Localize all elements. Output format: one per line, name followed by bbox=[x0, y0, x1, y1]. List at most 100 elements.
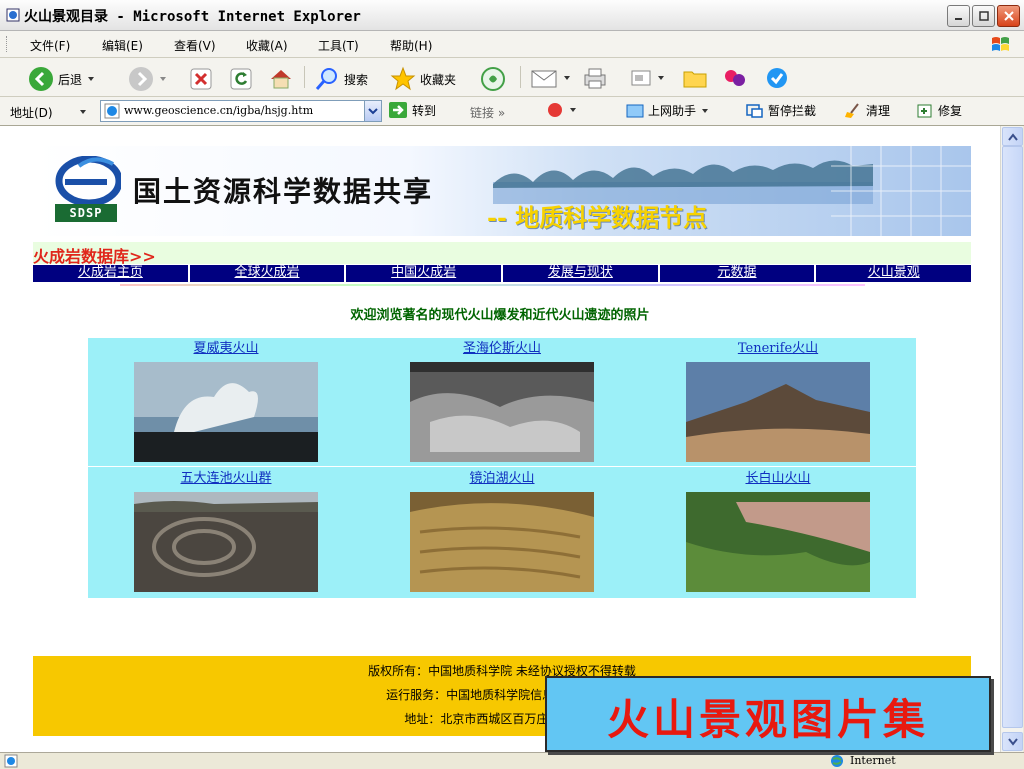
gallery-link-changbaishan[interactable]: 长白山火山 bbox=[640, 470, 916, 488]
back-button[interactable]: 后退 bbox=[28, 66, 96, 92]
chevron-up-icon bbox=[1007, 132, 1018, 141]
section-header: 火成岩数据库>> bbox=[33, 242, 971, 266]
chevron-down-icon bbox=[658, 76, 664, 80]
links-label[interactable]: 链接 » bbox=[470, 104, 505, 121]
menu-favorites[interactable]: 收藏(A) bbox=[246, 37, 288, 54]
gallery-link-wudalianchi[interactable]: 五大连池火山群 bbox=[88, 470, 364, 488]
messenger-button[interactable] bbox=[722, 66, 748, 90]
maximize-button[interactable] bbox=[972, 5, 995, 27]
gallery-link-hawaii[interactable]: 夏威夷火山 bbox=[88, 340, 364, 358]
nav-igneous-home[interactable]: 火成岩主页 bbox=[33, 265, 190, 282]
chevron-down-icon bbox=[80, 110, 86, 114]
links-text: 链接 bbox=[470, 106, 495, 120]
hawaii-volcano-photo[interactable] bbox=[134, 362, 318, 462]
media-button[interactable] bbox=[480, 66, 506, 92]
address-input[interactable]: www.geoscience.cn/igba/hsjg.htm bbox=[100, 100, 382, 122]
gallery-row-divider bbox=[88, 466, 916, 467]
gallery-link-jingpohu[interactable]: 镜泊湖火山 bbox=[364, 470, 640, 488]
discuss-button[interactable] bbox=[682, 66, 708, 90]
address-dropdown-button[interactable] bbox=[364, 101, 381, 121]
chevron-down-icon bbox=[368, 108, 378, 115]
wudalianchi-volcano-photo[interactable] bbox=[134, 492, 318, 592]
go-label: 转到 bbox=[412, 103, 437, 118]
ie-plugin-icon bbox=[548, 103, 562, 117]
gallery-item: Tenerife火山 bbox=[640, 340, 916, 462]
toolbar-separator bbox=[520, 66, 521, 88]
back-label: 后退 bbox=[58, 72, 83, 87]
globe-icon bbox=[831, 755, 843, 767]
gallery-item: 夏威夷火山 bbox=[88, 340, 364, 462]
tenerife-volcano-photo[interactable] bbox=[686, 362, 870, 462]
popup-block-icon bbox=[746, 103, 763, 118]
home-button[interactable] bbox=[268, 66, 294, 92]
search-button[interactable]: 搜索 bbox=[314, 66, 368, 92]
mail-button[interactable] bbox=[530, 66, 572, 90]
scroll-thumb[interactable] bbox=[1002, 146, 1023, 728]
print-button[interactable] bbox=[582, 66, 608, 90]
minimize-button[interactable] bbox=[947, 5, 970, 27]
nav-china-igneous[interactable]: 中国火成岩 bbox=[346, 265, 504, 282]
ie-page-icon bbox=[104, 103, 120, 119]
address-bar: 地址(D) www.geoscience.cn/igba/hsjg.htm 转到… bbox=[0, 97, 1024, 126]
site-nav: 火成岩主页 全球火成岩 中国火成岩 发展与现状 元数据 火山景观 bbox=[33, 265, 971, 282]
menu-tools[interactable]: 工具(T) bbox=[318, 37, 359, 54]
edit-button[interactable] bbox=[630, 68, 666, 88]
repair-icon bbox=[917, 104, 932, 117]
assistant-icon bbox=[626, 104, 644, 117]
close-button[interactable] bbox=[997, 5, 1020, 27]
search-icon bbox=[315, 68, 337, 90]
stop-icon bbox=[190, 68, 212, 90]
windows-flag-icon bbox=[980, 34, 1014, 54]
research-button[interactable] bbox=[764, 66, 790, 90]
menu-bar: 文件(F) 编辑(E) 查看(V) 收藏(A) 工具(T) 帮助(H) bbox=[0, 31, 1024, 58]
window-titlebar: 火山景观目录 - Microsoft Internet Explorer bbox=[0, 0, 1024, 31]
jingpohu-volcano-photo[interactable] bbox=[410, 492, 594, 592]
scroll-up-button[interactable] bbox=[1002, 127, 1023, 146]
clean-button[interactable]: 清理 bbox=[844, 102, 890, 119]
toolbar-extra-button[interactable] bbox=[546, 102, 578, 118]
forward-arrow-icon bbox=[129, 67, 153, 91]
gallery-link-st-helens[interactable]: 圣海伦斯火山 bbox=[364, 340, 640, 358]
nav-volcano-landscape[interactable]: 火山景观 bbox=[816, 265, 971, 282]
block-popup-button[interactable]: 暂停拦截 bbox=[746, 102, 816, 119]
stop-button[interactable] bbox=[190, 68, 212, 90]
standard-toolbar: 后退 搜索 收藏夹 bbox=[0, 58, 1024, 97]
nav-global-igneous[interactable]: 全球火成岩 bbox=[190, 265, 347, 282]
vertical-scrollbar[interactable] bbox=[1000, 126, 1023, 752]
media-icon bbox=[481, 67, 505, 91]
go-button[interactable]: 转到 bbox=[388, 101, 436, 119]
changbaishan-volcano-photo[interactable] bbox=[686, 492, 870, 592]
site-title: 国土资源科学数据共享 bbox=[133, 175, 434, 208]
gallery-link-tenerife[interactable]: Tenerife火山 bbox=[640, 340, 916, 358]
slide-title: 火山景观图片集 bbox=[606, 695, 929, 744]
toolbar-separator bbox=[304, 66, 305, 88]
nav-metadata[interactable]: 元数据 bbox=[660, 265, 817, 282]
repair-button[interactable]: 修复 bbox=[916, 102, 962, 119]
assistant-label: 上网助手 bbox=[648, 104, 697, 118]
favorites-button[interactable]: 收藏夹 bbox=[390, 66, 456, 92]
chevron-down-icon bbox=[570, 108, 576, 112]
welcome-text: 欢迎浏览著名的现代火山爆发和近代火山遗迹的照片 bbox=[350, 308, 650, 323]
page-viewport: SDSP 国土资源科学数据共享 -- 地质科学数据节点 火成岩数据库>> 火成岩… bbox=[0, 126, 1000, 752]
slide-title-box: 火山景观图片集 bbox=[545, 676, 991, 752]
nav-development[interactable]: 发展与现状 bbox=[503, 265, 660, 282]
gallery-item: 镜泊湖火山 bbox=[364, 470, 640, 592]
menu-file[interactable]: 文件(F) bbox=[30, 37, 70, 54]
menu-view[interactable]: 查看(V) bbox=[174, 37, 216, 54]
edit-page-icon bbox=[631, 70, 651, 86]
st-helens-volcano-photo[interactable] bbox=[410, 362, 594, 462]
repair-label: 修复 bbox=[938, 104, 963, 118]
chevron-down-icon bbox=[1007, 737, 1018, 746]
forward-button[interactable] bbox=[128, 66, 168, 92]
assistant-button[interactable]: 上网助手 bbox=[626, 102, 710, 119]
section-title: 火成岩数据库>> bbox=[33, 247, 156, 266]
gallery-item: 五大连池火山群 bbox=[88, 470, 364, 592]
site-logo-icon bbox=[55, 156, 121, 206]
menu-help[interactable]: 帮助(H) bbox=[390, 37, 432, 54]
scroll-down-button[interactable] bbox=[1002, 732, 1023, 751]
window-title: 火山景观目录 - Microsoft Internet Explorer bbox=[24, 9, 361, 25]
menu-grip bbox=[6, 36, 10, 52]
back-arrow-icon bbox=[29, 67, 53, 91]
menu-edit[interactable]: 编辑(E) bbox=[102, 37, 143, 54]
refresh-button[interactable] bbox=[230, 68, 252, 90]
